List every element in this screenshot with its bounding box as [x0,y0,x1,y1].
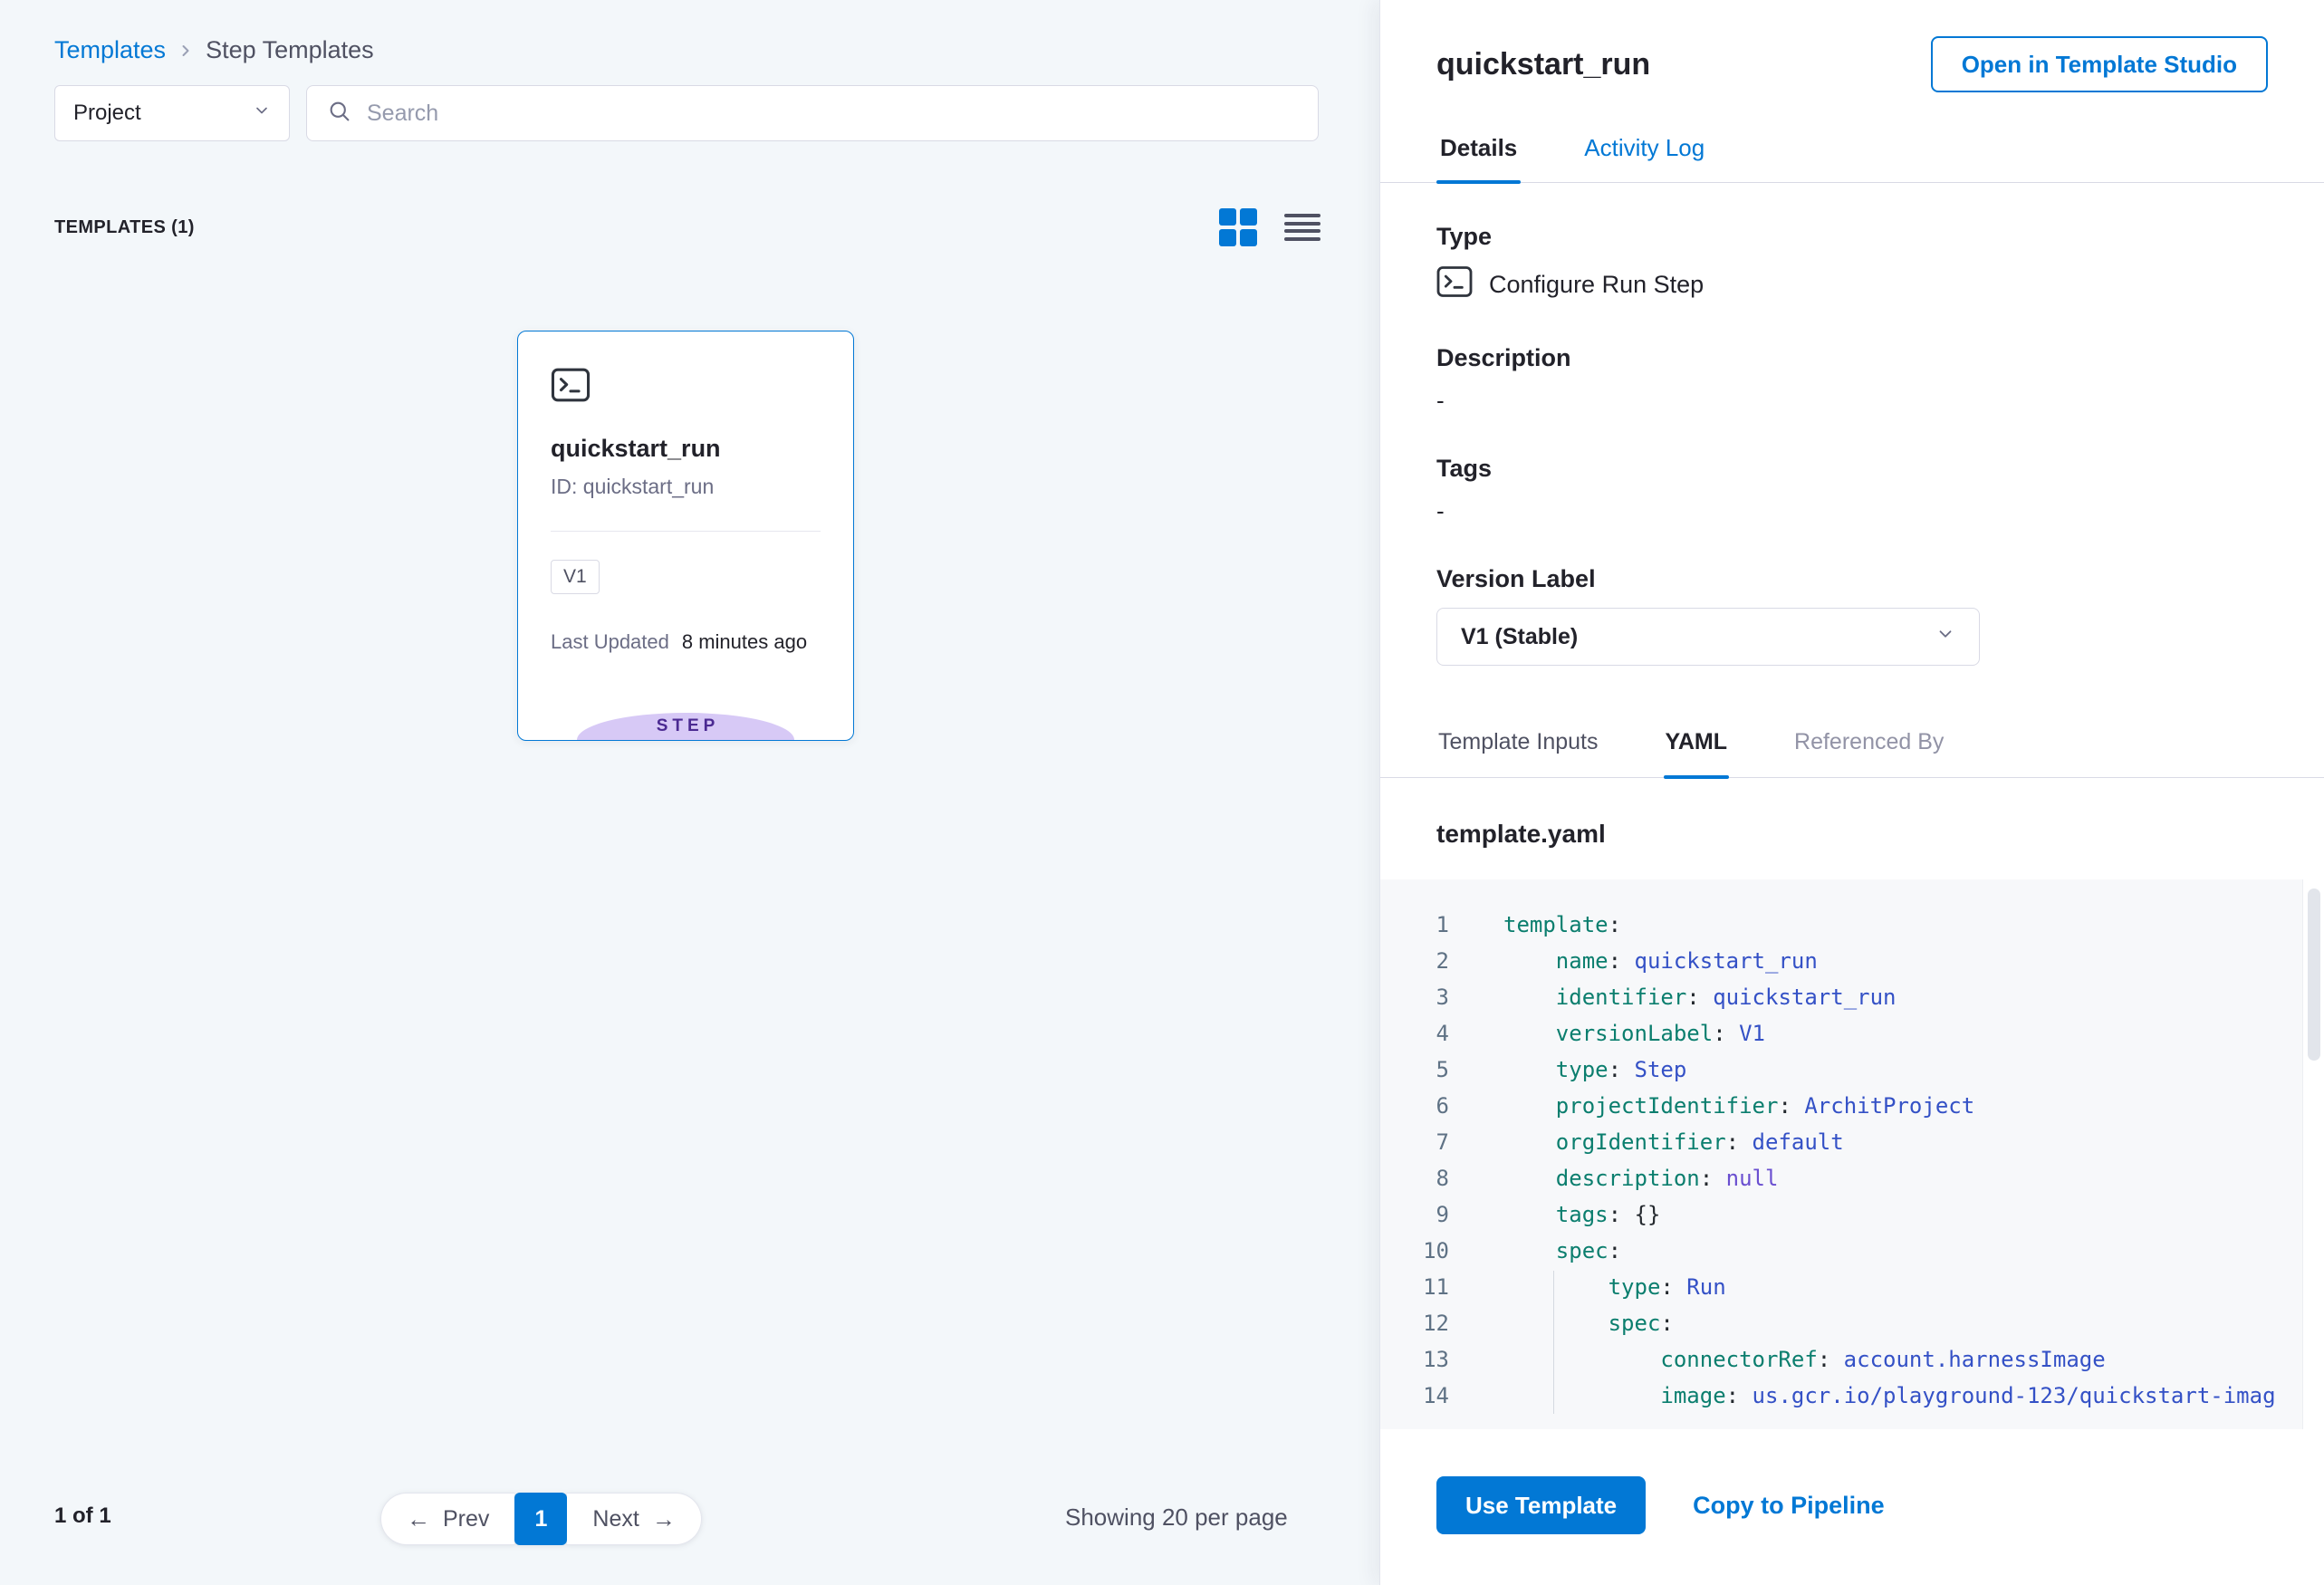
yaml-scrollbar[interactable] [2302,879,2324,1429]
yaml-line: description: null [1503,1160,2276,1196]
drawer-header: quickstart_run Open in Template Studio [1380,0,2324,92]
drawer-title: quickstart_run [1436,47,1650,82]
list-view-icon[interactable] [1284,211,1320,244]
type-value: Configure Run Step [1489,271,1704,299]
yaml-section-tabs: Template Inputs YAML Referenced By [1380,716,2324,778]
yaml-line-number: 4 [1380,1015,1449,1052]
yaml-line: type: Step [1503,1052,2276,1088]
yaml-line-number: 14 [1380,1378,1449,1414]
step-type-badge: STEP [577,713,794,740]
template-details-drawer: quickstart_run Open in Template Studio D… [1379,0,2324,1585]
tab-details[interactable]: Details [1436,125,1521,182]
grid-view-icon[interactable] [1219,208,1257,246]
run-step-icon [551,368,591,407]
breadcrumb: Templates Step Templates [54,36,374,64]
yaml-line-number: 10 [1380,1233,1449,1269]
next-label: Next [592,1506,639,1532]
yaml-line-number: 9 [1380,1196,1449,1233]
yaml-gutter: 1234567891011121314 [1380,879,1449,1429]
copy-to-pipeline-link[interactable]: Copy to Pipeline [1693,1492,1885,1520]
next-page-button[interactable]: Next → [567,1493,701,1545]
type-row: Configure Run Step [1436,265,2268,304]
template-card-id: ID: quickstart_run [551,475,714,499]
yaml-line-number: 1 [1380,907,1449,943]
version-dropdown-value: V1 (Stable) [1461,624,1578,650]
yaml-line: identifier: quickstart_run [1503,979,2276,1015]
yaml-line-number: 13 [1380,1341,1449,1378]
tags-value: - [1436,497,2268,525]
per-page-summary: Showing 20 per page [1065,1503,1288,1532]
yaml-filename: template.yaml [1380,778,2324,879]
version-label: Version Label [1436,565,2268,593]
drawer-actions: Use Template Copy to Pipeline [1380,1429,2324,1534]
yaml-line: name: quickstart_run [1503,943,2276,979]
templates-count-header: TEMPLATES (1) [54,217,195,238]
prev-page-button[interactable]: ← Prev [380,1493,514,1545]
page-1-button[interactable]: 1 [514,1493,567,1545]
yaml-line-number: 2 [1380,943,1449,979]
last-updated-label: Last Updated [551,630,669,654]
search-box[interactable] [306,85,1319,141]
scope-dropdown-value: Project [73,101,141,126]
yaml-line-number: 8 [1380,1160,1449,1196]
chevron-down-icon [1935,624,1955,650]
last-updated-value: 8 minutes ago [682,630,807,654]
yaml-line: type: Run [1503,1269,2276,1305]
search-input[interactable] [367,101,1298,127]
view-toggles [1219,208,1320,246]
tab-template-inputs[interactable]: Template Inputs [1436,716,1600,777]
details-section: Type Configure Run Step Description - Ta… [1380,183,2324,666]
drawer-tabs: Details Activity Log [1380,125,2324,183]
yaml-line-number: 3 [1380,979,1449,1015]
yaml-line: projectIdentifier: ArchitProject [1503,1088,2276,1124]
search-icon [327,99,352,129]
card-divider [551,531,821,532]
run-step-icon [1436,265,1473,304]
open-template-studio-button[interactable]: Open in Template Studio [1931,36,2268,92]
right-arrow-icon: → [652,1505,676,1533]
yaml-code: template: name: quickstart_run identifie… [1449,879,2276,1429]
yaml-line-number: 11 [1380,1269,1449,1305]
yaml-line: versionLabel: V1 [1503,1015,2276,1052]
last-updated-row: Last Updated 8 minutes ago [551,630,807,654]
description-value: - [1436,387,2268,415]
scope-dropdown[interactable]: Project [54,85,290,141]
yaml-line: tags: {} [1503,1196,2276,1233]
type-label: Type [1436,223,2268,251]
chevron-down-icon [253,101,271,126]
yaml-line-number: 12 [1380,1305,1449,1341]
yaml-line-number: 7 [1380,1124,1449,1160]
breadcrumb-chevron-icon [177,42,195,60]
version-dropdown[interactable]: V1 (Stable) [1436,608,1980,666]
version-badge: V1 [551,560,600,594]
tags-label: Tags [1436,455,2268,483]
left-arrow-icon: ← [407,1505,430,1533]
tab-activity-log[interactable]: Activity Log [1580,125,1708,182]
tab-referenced-by[interactable]: Referenced By [1792,716,1945,777]
yaml-line-number: 5 [1380,1052,1449,1088]
yaml-line: template: [1503,907,2276,943]
tab-yaml[interactable]: YAML [1664,716,1730,777]
yaml-line: spec: [1503,1233,2276,1269]
breadcrumb-templates-link[interactable]: Templates [54,36,166,64]
yaml-line: orgIdentifier: default [1503,1124,2276,1160]
yaml-line: image: us.gcr.io/playground-123/quicksta… [1503,1378,2276,1414]
templates-list-panel: Templates Step Templates Project TEMPLAT… [0,0,1379,1585]
prev-label: Prev [443,1506,489,1532]
yaml-line: spec: [1503,1305,2276,1341]
page-count-summary: 1 of 1 [54,1503,111,1529]
yaml-editor[interactable]: 1234567891011121314 template: name: quic… [1380,879,2324,1429]
yaml-line: connectorRef: account.harnessImage [1503,1341,2276,1378]
template-card-title: quickstart_run [551,435,721,463]
use-template-button[interactable]: Use Template [1436,1476,1646,1534]
indent-guide [1553,1271,1554,1414]
description-label: Description [1436,344,2268,372]
pager: ← Prev 1 Next → [380,1493,702,1545]
breadcrumb-current: Step Templates [206,36,374,64]
template-card[interactable]: quickstart_run ID: quickstart_run V1 Las… [517,331,854,741]
scrollbar-thumb[interactable] [2308,889,2320,1061]
yaml-line-number: 6 [1380,1088,1449,1124]
